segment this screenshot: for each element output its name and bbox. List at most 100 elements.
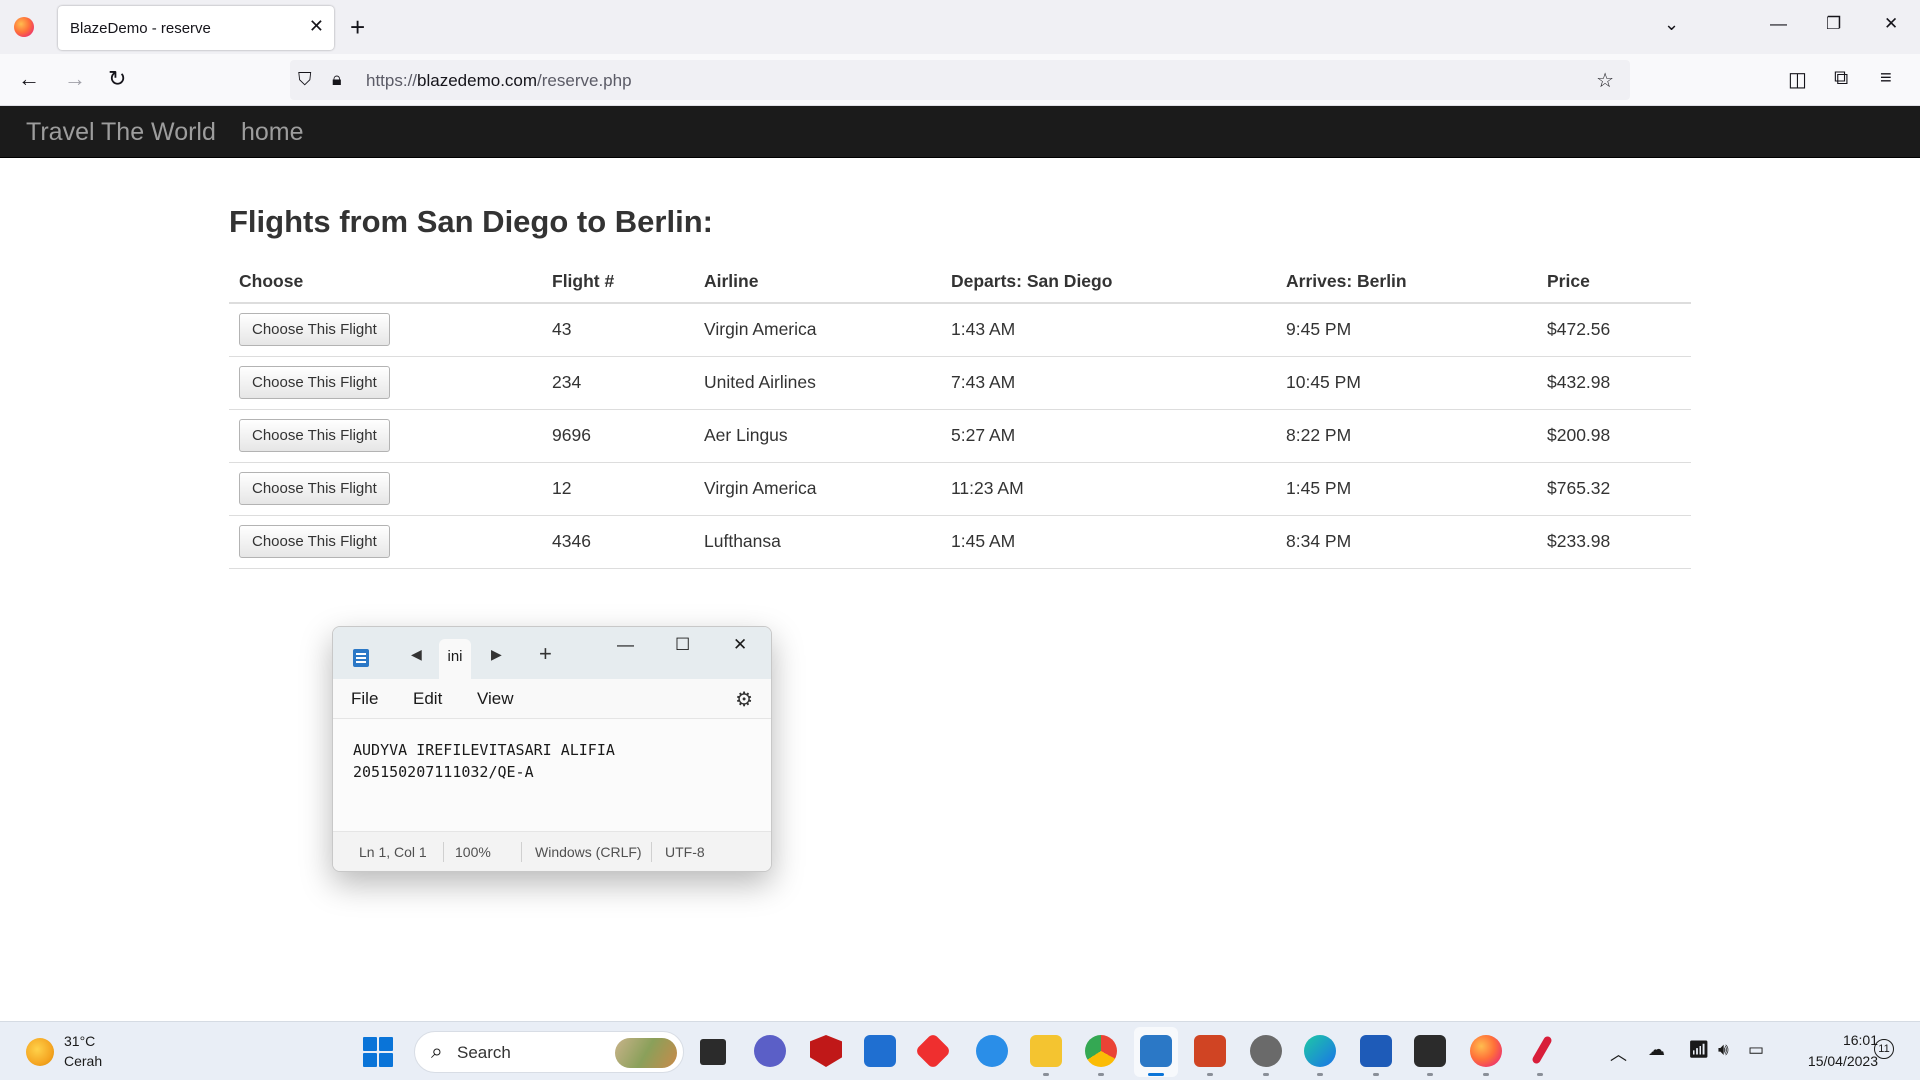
windows-start-icon[interactable]	[363, 1037, 393, 1067]
url-path: /reserve.php	[537, 71, 632, 90]
menu-view[interactable]: View	[477, 689, 514, 709]
url-text[interactable]: https://blazedemo.com/reserve.php	[366, 71, 632, 91]
flight-number: 9696	[542, 409, 694, 463]
tab-scroll-left-icon[interactable]: ◀	[411, 646, 422, 663]
microsoft-store-icon[interactable]	[864, 1035, 896, 1067]
arrives-time: 1:45 PM	[1276, 462, 1537, 516]
search-highlight-image	[615, 1038, 677, 1068]
notepad-close-icon[interactable]: ✕	[733, 635, 747, 655]
edge-icon[interactable]	[1304, 1035, 1336, 1067]
battery-icon[interactable]: ▭	[1748, 1040, 1764, 1060]
notepad-maximize-icon[interactable]: ☐	[675, 635, 690, 655]
notepad-window: ◀ ini ▶ + — ☐ ✕ File Edit View ⚙ AUDYVA …	[332, 626, 772, 872]
pocket-icon[interactable]: ◫	[1788, 67, 1807, 92]
notepad-taskbar-icon[interactable]	[1140, 1035, 1172, 1067]
flight-number: 43	[542, 303, 694, 357]
choose-flight-button[interactable]: Choose This Flight	[239, 525, 390, 558]
file-explorer-icon[interactable]	[1030, 1035, 1062, 1067]
volume-icon[interactable]: 🔊︎	[1718, 1040, 1729, 1060]
shield-icon[interactable]: ⛉	[298, 69, 312, 90]
choose-flight-button[interactable]: Choose This Flight	[239, 366, 390, 399]
table-header-row: Choose Flight # Airline Departs: San Die…	[229, 260, 1691, 304]
notepad-text-area[interactable]: AUDYVA IREFILEVITASARI ALIFIA 2051502071…	[333, 719, 771, 833]
browser-nav-bar: ← → ↻ ⛉ 🔒︎ https://blazedemo.com/reserve…	[0, 54, 1920, 106]
choose-flight-button[interactable]: Choose This Flight	[239, 472, 390, 505]
line-ending: Windows (CRLF)	[535, 844, 642, 860]
restore-icon[interactable]: ❐	[1826, 14, 1841, 34]
menu-edit[interactable]: Edit	[413, 689, 442, 709]
menu-file[interactable]: File	[351, 689, 378, 709]
minimize-icon[interactable]: —	[1770, 14, 1787, 34]
anydesk-icon[interactable]	[914, 1032, 952, 1070]
onedrive-icon[interactable]: ☁	[1648, 1040, 1665, 1060]
help-icon[interactable]	[976, 1035, 1008, 1067]
taskbar: 31°C Cerah ⌕ Search ︿ ☁ 📶︎ 🔊︎ ▭ 16:01 15…	[0, 1021, 1920, 1080]
departs-time: 7:43 AM	[941, 356, 1276, 410]
choose-cell: Choose This Flight	[229, 409, 542, 463]
settings-gear-icon[interactable]: ⚙	[735, 687, 753, 712]
notepad-minimize-icon[interactable]: —	[617, 635, 634, 655]
notepad-tab[interactable]: ini	[439, 639, 471, 679]
flights-table: Choose Flight # Airline Departs: San Die…	[229, 260, 1691, 569]
task-view-icon[interactable]	[700, 1039, 726, 1065]
clock-date[interactable]: 15/04/2023	[1788, 1053, 1878, 1069]
pen-app-icon[interactable]	[1531, 1035, 1553, 1065]
snipping-tool-icon[interactable]	[1250, 1035, 1282, 1067]
teams-chat-icon[interactable]	[754, 1035, 786, 1067]
weather-sun-icon[interactable]	[26, 1038, 54, 1066]
new-tab-icon[interactable]: +	[350, 12, 365, 43]
browser-tab[interactable]: BlazeDemo - reserve ✕	[58, 6, 334, 50]
word-icon[interactable]	[1360, 1035, 1392, 1067]
choose-flight-button[interactable]: Choose This Flight	[239, 313, 390, 347]
reload-icon[interactable]: ↻	[108, 66, 126, 92]
menu-hamburger-icon[interactable]: ≡	[1880, 67, 1892, 90]
choose-cell: Choose This Flight	[229, 515, 542, 569]
mcafee-icon[interactable]	[810, 1035, 842, 1067]
taskbar-search-box[interactable]: ⌕ Search	[414, 1031, 684, 1073]
running-indicator	[1263, 1073, 1269, 1076]
bookmark-star-icon[interactable]: ☆	[1596, 68, 1614, 93]
show-hidden-icons-chevron-icon[interactable]: ︿	[1610, 1040, 1627, 1065]
browser-tab-bar: BlazeDemo - reserve ✕ + ⌄ — ❐ ✕	[0, 0, 1920, 54]
column-header-choose: Choose	[229, 260, 542, 304]
airline: Lufthansa	[694, 515, 941, 569]
site-brand[interactable]: Travel The World	[26, 118, 216, 147]
choose-cell: Choose This Flight	[229, 303, 542, 357]
notepad-new-tab-icon[interactable]: +	[539, 641, 552, 667]
wifi-icon[interactable]: 📶︎	[1688, 1040, 1710, 1060]
notification-badge[interactable]: 11	[1874, 1039, 1894, 1059]
tab-scroll-right-icon[interactable]: ▶	[491, 646, 502, 663]
running-indicator	[1373, 1073, 1379, 1076]
notepad-title-bar[interactable]: ◀ ini ▶ + — ☐ ✕	[333, 627, 771, 679]
chrome-icon[interactable]	[1085, 1035, 1117, 1067]
running-indicator	[1207, 1073, 1213, 1076]
airline: Virgin America	[694, 462, 941, 516]
powerpoint-icon[interactable]	[1194, 1035, 1226, 1067]
lock-icon[interactable]: 🔒︎	[332, 69, 342, 90]
back-arrow-icon[interactable]: ←	[18, 66, 40, 92]
airline: Aer Lingus	[694, 409, 941, 463]
airline: Virgin America	[694, 303, 941, 357]
weather-condition[interactable]: Cerah	[64, 1053, 102, 1069]
status-divider	[443, 842, 444, 862]
weather-temperature[interactable]: 31°C	[64, 1033, 95, 1049]
arrives-time: 9:45 PM	[1276, 303, 1537, 357]
forward-arrow-icon[interactable]: →	[64, 66, 86, 92]
site-navbar: Travel The World home	[0, 106, 1920, 158]
page-title: Flights from San Diego to Berlin:	[229, 204, 713, 239]
clock-time[interactable]: 16:01	[1812, 1032, 1878, 1048]
running-indicator	[1427, 1073, 1433, 1076]
tab-close-icon[interactable]: ✕	[309, 16, 324, 37]
firefox-taskbar-icon[interactable]	[1470, 1035, 1502, 1067]
column-header-arrives: Arrives: Berlin	[1276, 260, 1537, 304]
choose-flight-button[interactable]: Choose This Flight	[239, 419, 390, 452]
close-window-icon[interactable]: ✕	[1884, 14, 1898, 34]
table-row: Choose This Flight 43 Virgin America 1:4…	[229, 303, 1691, 357]
home-link[interactable]: home	[241, 118, 304, 147]
running-indicator	[1317, 1073, 1323, 1076]
terminal-icon[interactable]	[1414, 1035, 1446, 1067]
url-bar[interactable]: ⛉ 🔒︎ https://blazedemo.com/reserve.php ☆	[290, 60, 1630, 100]
extensions-icon[interactable]: ⧉	[1834, 67, 1848, 90]
list-tabs-chevron-icon[interactable]: ⌄	[1664, 14, 1679, 35]
price: $200.98	[1537, 409, 1691, 463]
